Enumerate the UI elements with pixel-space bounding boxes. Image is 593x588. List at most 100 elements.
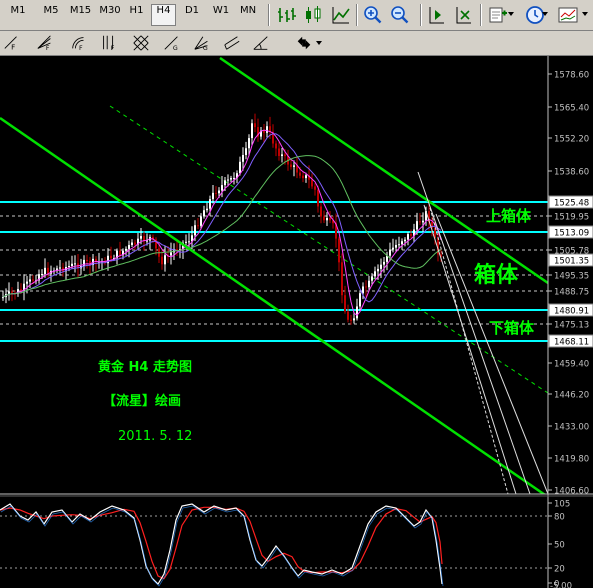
svg-text:1446.20: 1446.20 bbox=[554, 391, 589, 401]
bull-candle bbox=[8, 291, 10, 294]
zoom-in-icon[interactable] bbox=[363, 5, 383, 25]
bull-candle bbox=[353, 318, 355, 321]
chart-shift-icon[interactable] bbox=[427, 5, 447, 25]
bear-candle bbox=[278, 148, 280, 156]
bull-candle bbox=[44, 267, 46, 274]
toolbar-separator bbox=[356, 4, 358, 26]
author-label: 【流星】绘画 bbox=[103, 393, 181, 409]
bear-candle bbox=[11, 291, 13, 293]
upper-box-label: 上箱体 bbox=[486, 207, 532, 225]
bear-candle bbox=[329, 218, 331, 221]
svg-text:F: F bbox=[11, 42, 15, 51]
lower-box-label: 下箱体 bbox=[489, 319, 535, 337]
bear-candle bbox=[347, 311, 349, 320]
dropdown-arrow-icon[interactable] bbox=[508, 12, 514, 16]
fibonacci-fan-icon[interactable]: F bbox=[36, 34, 54, 52]
indicators-icon[interactable] bbox=[558, 5, 578, 25]
line-chart-icon[interactable] bbox=[331, 5, 351, 25]
price-axis-label: 1565.40 bbox=[548, 104, 589, 114]
dropdown-arrow-icon[interactable] bbox=[316, 41, 322, 45]
box-label: 箱体 bbox=[474, 262, 519, 288]
bull-candle bbox=[74, 263, 76, 265]
svg-text:-5.00: -5.00 bbox=[550, 582, 572, 588]
gann-fan-icon[interactable]: G bbox=[193, 34, 211, 52]
bull-candle bbox=[377, 268, 379, 272]
svg-text:1501.35: 1501.35 bbox=[554, 257, 589, 267]
svg-text:1406.60: 1406.60 bbox=[554, 487, 589, 497]
svg-text:1519.95: 1519.95 bbox=[554, 213, 589, 223]
dropdown-arrow-icon[interactable] bbox=[542, 12, 548, 16]
bull-candle bbox=[293, 165, 295, 167]
bull-candle bbox=[356, 306, 358, 319]
bull-candle bbox=[164, 255, 166, 265]
timeframe-m15[interactable]: M15 bbox=[67, 5, 94, 25]
bear-candle bbox=[302, 175, 304, 179]
new-order-icon[interactable] bbox=[488, 5, 508, 25]
timeframe-d1[interactable]: D1 bbox=[181, 5, 203, 25]
bull-candle bbox=[203, 210, 205, 217]
price-axis-label: 1480.91 bbox=[548, 303, 593, 317]
timeframe-h1[interactable]: H1 bbox=[126, 5, 147, 25]
timeframe-h4[interactable]: H4 bbox=[151, 4, 176, 26]
bull-candle bbox=[209, 199, 211, 209]
zoom-out-icon[interactable] bbox=[390, 5, 410, 25]
price-axis-label: 1501.35 bbox=[548, 253, 593, 267]
price-axis-label: 1519.95 bbox=[548, 213, 589, 223]
bull-candle bbox=[131, 242, 133, 246]
bull-candle bbox=[26, 281, 28, 284]
price-axis-label: 1433.00 bbox=[548, 423, 589, 433]
bull-candle bbox=[326, 218, 328, 221]
bull-candle bbox=[206, 208, 208, 211]
bear-candle bbox=[410, 234, 412, 236]
bull-candle bbox=[374, 271, 376, 277]
dropdown-arrow-icon[interactable] bbox=[582, 12, 588, 16]
arrows-dropdown-icon[interactable] bbox=[295, 34, 313, 52]
gann-grid-icon[interactable] bbox=[132, 34, 150, 52]
bear-candle bbox=[284, 154, 286, 157]
andrews-pitchfork-icon[interactable] bbox=[223, 34, 241, 52]
bar-chart-icon[interactable] bbox=[276, 5, 296, 25]
bull-candle bbox=[416, 221, 418, 230]
timeframe-m30[interactable]: M30 bbox=[96, 5, 124, 25]
svg-text:F: F bbox=[46, 45, 50, 52]
svg-text:1578.60: 1578.60 bbox=[554, 71, 589, 81]
svg-text:1565.40: 1565.40 bbox=[554, 104, 589, 114]
fibonacci-arc-icon[interactable]: F bbox=[70, 34, 88, 52]
svg-text:1495.35: 1495.35 bbox=[554, 272, 589, 282]
price-axis-label: 1513.09 bbox=[548, 225, 593, 239]
price-axis-label: 1475.13 bbox=[548, 321, 589, 331]
timeframe-mn[interactable]: MN bbox=[236, 5, 260, 25]
price-axis-label: 1468.11 bbox=[548, 334, 593, 348]
bull-candle bbox=[407, 234, 409, 240]
bull-candle bbox=[383, 261, 385, 265]
bull-candle bbox=[41, 273, 43, 275]
bull-candle bbox=[233, 177, 235, 179]
bear-candle bbox=[47, 267, 49, 274]
price-axis-label: 1406.60 bbox=[548, 487, 589, 497]
svg-text:80: 80 bbox=[554, 513, 565, 523]
bear-candle bbox=[338, 238, 340, 263]
timeframe-w1[interactable]: W1 bbox=[210, 5, 232, 25]
bull-candle bbox=[227, 179, 229, 181]
bull-candle bbox=[248, 138, 250, 149]
bear-candle bbox=[344, 295, 346, 312]
svg-text:50: 50 bbox=[554, 541, 565, 551]
trendline-angle-icon[interactable] bbox=[252, 34, 270, 52]
auto-scroll-icon[interactable] bbox=[454, 5, 474, 25]
bull-candle bbox=[305, 175, 307, 179]
timeframe-m5[interactable]: M5 bbox=[38, 5, 64, 25]
bull-candle bbox=[392, 247, 394, 250]
main-toolbar: M1 M5 M15 M30 H1 H4 D1 W1 MN bbox=[0, 0, 593, 31]
bear-candle bbox=[119, 250, 121, 256]
bull-candle bbox=[221, 185, 223, 191]
fibonacci-f-icon[interactable]: F bbox=[3, 34, 21, 52]
gann-line-icon[interactable]: G bbox=[163, 34, 181, 52]
timeframe-m1[interactable]: M1 bbox=[6, 5, 30, 25]
bull-candle bbox=[68, 266, 70, 268]
candlestick-icon[interactable] bbox=[303, 5, 323, 25]
bear-candle bbox=[365, 286, 367, 288]
bull-candle bbox=[389, 249, 391, 256]
fibonacci-time-icon[interactable]: F bbox=[100, 34, 118, 52]
chart-area[interactable]: 上箱体箱体下箱体黄金 H4 走势图【流星】绘画 2011. 5. 12 1578.6… bbox=[0, 56, 593, 588]
svg-text:1488.75: 1488.75 bbox=[554, 288, 589, 298]
